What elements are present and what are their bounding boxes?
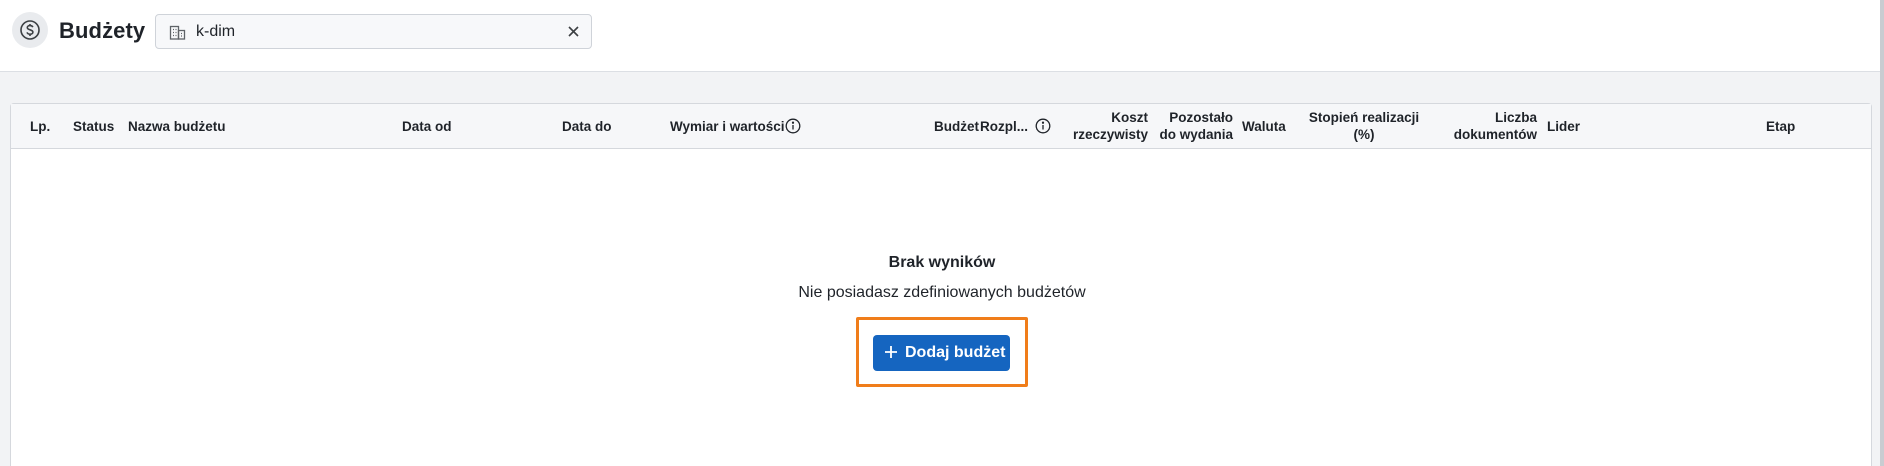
page-title: Budżety [59, 18, 146, 43]
dollar-circle-icon [12, 12, 48, 48]
col-status[interactable]: Status [73, 118, 114, 135]
empty-state-subtitle: Nie posiadasz zdefiniowanych budżetów [798, 284, 1086, 301]
col-date-to[interactable]: Data do [562, 118, 612, 135]
col-lp[interactable]: Lp. [30, 118, 50, 135]
col-name[interactable]: Nazwa budżetu [128, 118, 226, 135]
col-remaining[interactable]: Pozostało do wydania [1141, 109, 1233, 143]
info-icon[interactable] [1035, 118, 1051, 139]
add-budget-label: Dodaj budżet [905, 344, 1006, 361]
building-icon [169, 24, 186, 46]
col-stage[interactable]: Etap [1766, 118, 1795, 135]
context-value: k-dim [196, 23, 236, 40]
empty-state-title: Brak wyników [888, 254, 996, 271]
plus-icon [884, 345, 898, 364]
context-filter-field[interactable]: k-dim [155, 14, 592, 49]
budgets-table-panel: Lp. Status Nazwa budżetu Data od Data do… [10, 103, 1872, 466]
top-bar: Budżety k-dim [0, 0, 1880, 72]
col-currency[interactable]: Waluta [1242, 118, 1286, 135]
col-budget[interactable]: Budżet [916, 118, 979, 135]
close-icon[interactable] [566, 24, 581, 44]
col-doc-count[interactable]: Liczba dokumentów [1436, 109, 1537, 143]
col-leader[interactable]: Lider [1547, 118, 1580, 135]
page-scrollbar[interactable] [1880, 0, 1884, 466]
col-distribution[interactable]: Rozpl... [980, 118, 1028, 135]
table-header: Lp. Status Nazwa budżetu Data od Data do… [11, 104, 1871, 149]
info-icon[interactable] [785, 118, 801, 139]
col-dimension[interactable]: Wymiar i wartości [670, 118, 785, 135]
col-date-from[interactable]: Data od [402, 118, 452, 135]
col-actual-cost[interactable]: Koszt rzeczywisty [1051, 109, 1148, 143]
col-progress[interactable]: Stopień realizacji (%) [1294, 109, 1434, 143]
add-budget-button[interactable]: Dodaj budżet [873, 335, 1010, 371]
